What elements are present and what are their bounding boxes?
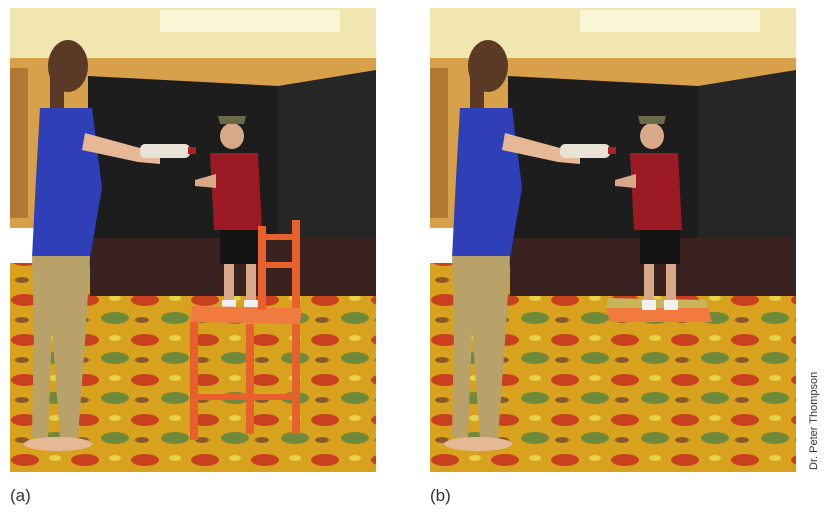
floating-platform [606, 308, 712, 322]
photo-panel-b [430, 8, 796, 472]
panel-label-b: (b) [430, 486, 451, 505]
photo-credit: Dr. Peter Thompson [808, 371, 820, 470]
panel-label-a: (a) [10, 486, 31, 505]
photo-panel-a [10, 8, 376, 472]
